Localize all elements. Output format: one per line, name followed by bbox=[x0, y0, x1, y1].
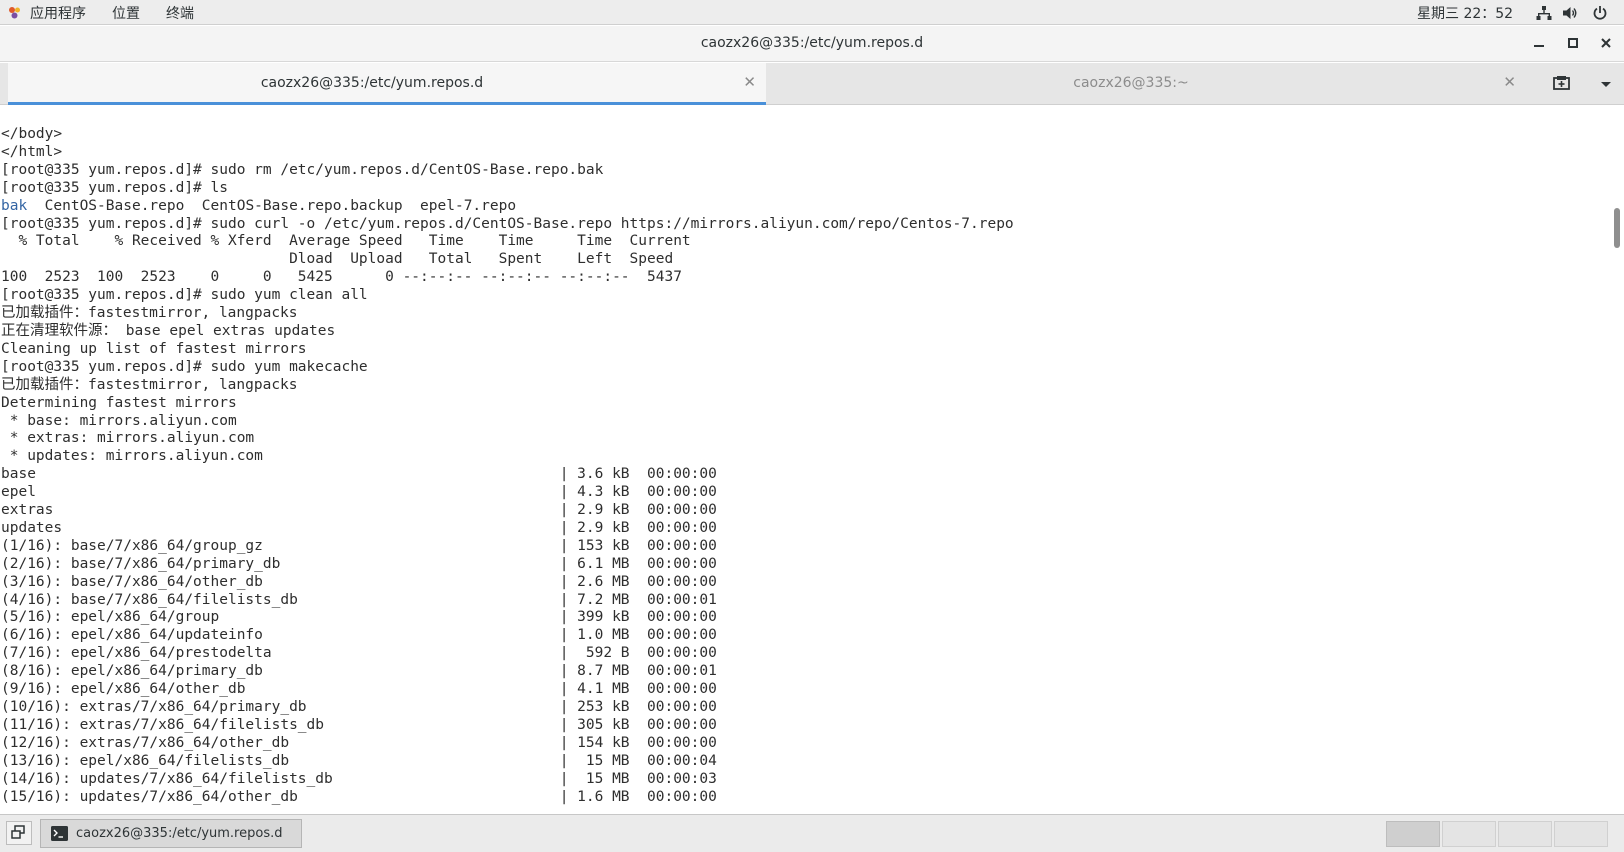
tab-close-icon[interactable]: ✕ bbox=[743, 73, 756, 91]
terminal-line: (3/16): base/7/x86_64/other_db | 2.6 MB … bbox=[1, 573, 717, 590]
terminal-line: * updates: mirrors.aliyun.com bbox=[1, 448, 263, 465]
applications-icon bbox=[9, 7, 20, 19]
maximize-icon bbox=[1568, 38, 1578, 48]
terminal-line: [root@335 yum.repos.d]# ls bbox=[1, 179, 228, 196]
scrollbar-thumb[interactable] bbox=[1614, 208, 1620, 248]
terminal-line: 已加载插件：fastestmirror, langpacks bbox=[1, 305, 298, 322]
terminal-line: 100 2523 100 2523 0 0 5425 0 --:--:-- --… bbox=[1, 269, 682, 286]
terminal-line: updates | 2.9 kB 00:00:00 bbox=[1, 519, 717, 536]
show-desktop-icon bbox=[11, 825, 25, 839]
menu-places[interactable]: 位置 bbox=[112, 3, 140, 23]
maximize-button[interactable] bbox=[1561, 32, 1585, 56]
terminal-line: (15/16): updates/7/x86_64/other_db | 1.6… bbox=[1, 788, 717, 805]
ls-directory: bak bbox=[1, 197, 28, 214]
tab-bar: caozx26@335:/etc/yum.repos.d ✕ caozx26@3… bbox=[0, 63, 1624, 105]
bottom-panel: caozx26@335:/etc/yum.repos.d bbox=[0, 814, 1624, 852]
terminal-line: * base: mirrors.aliyun.com bbox=[1, 412, 237, 429]
terminal-line: (9/16): epel/x86_64/other_db | 4.1 MB 00… bbox=[1, 681, 717, 698]
taskbar-window-label: caozx26@335:/etc/yum.repos.d bbox=[76, 826, 283, 841]
workspace-2[interactable] bbox=[1442, 821, 1496, 847]
ls-files: CentOS-Base.repo CentOS-Base.repo.backup… bbox=[27, 197, 517, 214]
new-tab-icon[interactable] bbox=[1552, 74, 1572, 94]
terminal-line: (6/16): epel/x86_64/updateinfo | 1.0 MB … bbox=[1, 627, 717, 644]
terminal-line: (11/16): extras/7/x86_64/filelists_db | … bbox=[1, 716, 717, 733]
workspace-4[interactable] bbox=[1554, 821, 1608, 847]
terminal-line: </body> bbox=[1, 126, 63, 142]
terminal-line: % Total % Received % Xferd Average Speed… bbox=[1, 233, 691, 250]
taskbar-window-button[interactable]: caozx26@335:/etc/yum.repos.d bbox=[40, 819, 302, 848]
terminal-line: extras | 2.9 kB 00:00:00 bbox=[1, 502, 717, 519]
workspace-1[interactable] bbox=[1386, 821, 1440, 847]
terminal-line: Dload Upload Total Spent Left Speed bbox=[1, 251, 674, 268]
window-title: caozx26@335:/etc/yum.repos.d bbox=[700, 35, 924, 51]
workspace-3[interactable] bbox=[1498, 821, 1552, 847]
terminal-icon bbox=[51, 826, 68, 841]
menu-applications[interactable]: 应用程序 bbox=[30, 3, 86, 23]
terminal-line: Cleaning up list of fastest mirrors bbox=[1, 340, 307, 357]
tab-label: caozx26@335:/etc/yum.repos.d bbox=[260, 75, 484, 91]
tab-label: caozx26@335:~ bbox=[1073, 75, 1189, 91]
terminal-line: (1/16): base/7/x86_64/group_gz | 153 kB … bbox=[1, 537, 717, 554]
terminal-line: (10/16): extras/7/x86_64/primary_db | 25… bbox=[1, 699, 717, 715]
close-icon bbox=[1601, 38, 1611, 48]
menu-terminal[interactable]: 终端 bbox=[166, 3, 194, 23]
top-panel: 应用程序 位置 终端 星期三 22：52 bbox=[0, 0, 1624, 25]
terminal-line: Determining fastest mirrors bbox=[1, 394, 237, 411]
terminal-line: [root@335 yum.repos.d]# sudo curl -o /et… bbox=[1, 215, 1014, 232]
terminal-line: (13/16): epel/x86_64/filelists_db | 15 M… bbox=[1, 752, 717, 769]
tab-menu-chevron-down-icon[interactable] bbox=[1596, 74, 1616, 94]
terminal-line: (8/16): epel/x86_64/primary_db | 8.7 MB … bbox=[1, 663, 717, 680]
minimize-button[interactable] bbox=[1527, 32, 1551, 56]
terminal-line: (12/16): extras/7/x86_64/other_db | 154 … bbox=[1, 734, 717, 751]
terminal-line: (7/16): epel/x86_64/prestodelta | 592 B … bbox=[1, 645, 717, 662]
terminal-line: 已加载插件：fastestmirror, langpacks bbox=[1, 376, 298, 393]
power-icon[interactable] bbox=[1592, 5, 1608, 21]
terminal-line: 正在清理软件源： base epel extras updates bbox=[1, 322, 336, 339]
terminal-output[interactable]: </body> </html> [root@335 yum.repos.d]# … bbox=[0, 106, 1610, 814]
window-titlebar[interactable]: caozx26@335:/etc/yum.repos.d bbox=[0, 26, 1624, 62]
network-icon[interactable] bbox=[1536, 5, 1552, 21]
terminal-line: (5/16): epel/x86_64/group | 399 kB 00:00… bbox=[1, 609, 717, 626]
terminal-scrollbar[interactable] bbox=[1610, 106, 1624, 814]
terminal-line: epel | 4.3 kB 00:00:00 bbox=[1, 484, 717, 501]
tab-home[interactable]: caozx26@335:~ ✕ bbox=[766, 63, 1526, 105]
clock[interactable]: 星期三 22：52 bbox=[1417, 3, 1513, 23]
show-desktop-button[interactable] bbox=[6, 821, 32, 845]
terminal-line: (14/16): updates/7/x86_64/filelists_db |… bbox=[1, 770, 717, 787]
terminal-line: base | 3.6 kB 00:00:00 bbox=[1, 466, 717, 483]
minimize-icon bbox=[1534, 45, 1544, 47]
terminal-line: [root@335 yum.repos.d]# sudo rm /etc/yum… bbox=[1, 161, 604, 178]
close-window-button[interactable] bbox=[1594, 32, 1618, 56]
tab-close-icon[interactable]: ✕ bbox=[1503, 73, 1516, 91]
terminal-line: (2/16): base/7/x86_64/primary_db | 6.1 M… bbox=[1, 555, 717, 572]
terminal-line: (4/16): base/7/x86_64/filelists_db | 7.2… bbox=[1, 591, 717, 608]
terminal-text: </body> </html> [root@335 yum.repos.d]# … bbox=[0, 106, 1610, 806]
terminal-line: * extras: mirrors.aliyun.com bbox=[1, 430, 255, 447]
volume-icon[interactable] bbox=[1562, 5, 1578, 21]
terminal-line: </html> bbox=[1, 143, 63, 160]
tab-yum-repos[interactable]: caozx26@335:/etc/yum.repos.d ✕ bbox=[8, 63, 766, 105]
terminal-line: [root@335 yum.repos.d]# sudo yum makecac… bbox=[1, 358, 368, 375]
terminal-line: [root@335 yum.repos.d]# sudo yum clean a… bbox=[1, 287, 368, 304]
